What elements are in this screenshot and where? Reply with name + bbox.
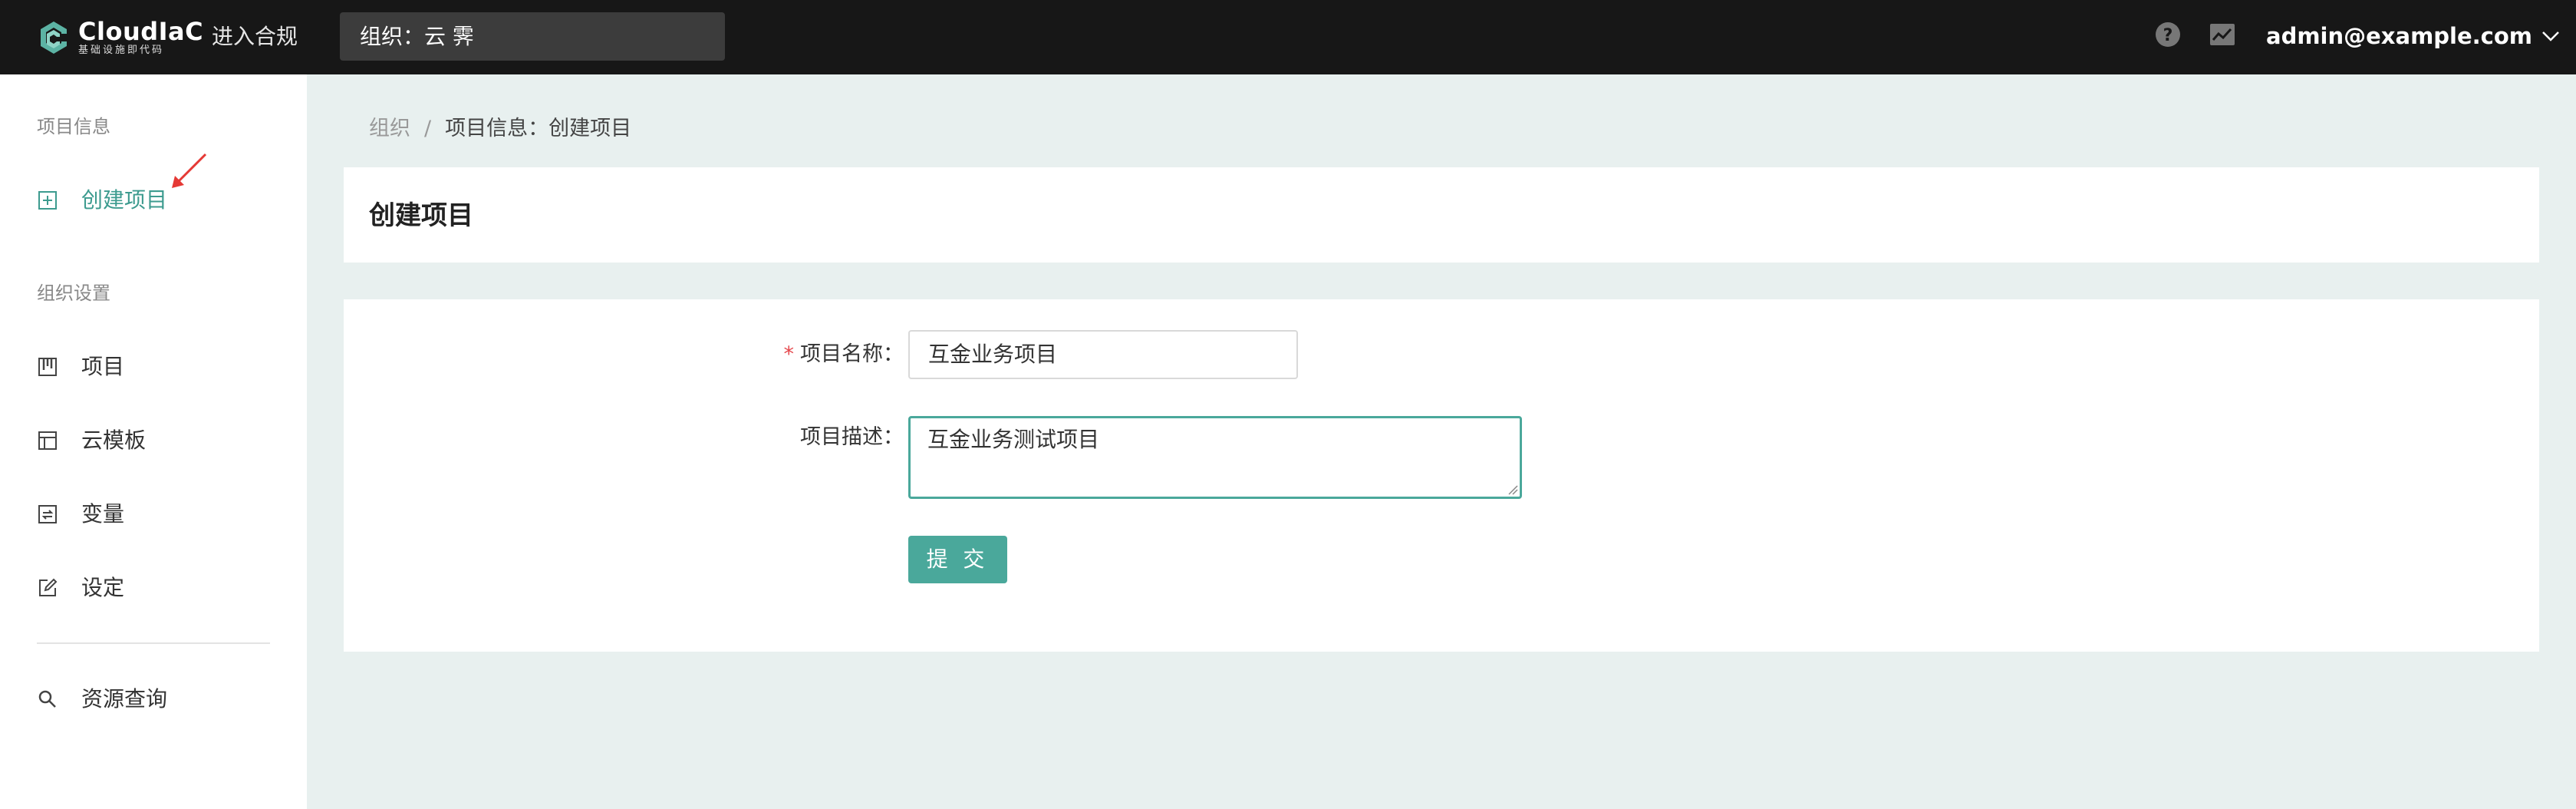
sidebar-item-label: 创建项目: [81, 187, 168, 213]
breadcrumb: 组织 / 项目信息：创建项目: [369, 114, 631, 144]
monitor-icon[interactable]: [2209, 23, 2235, 46]
logo[interactable]: CloudIaC 基础设施即代码: [37, 18, 203, 57]
project-name-label: * 项目名称：: [783, 342, 904, 366]
sidebar-item-create-project[interactable]: 创建项目: [37, 185, 167, 216]
logo-subtitle: 基础设施即代码: [78, 45, 165, 56]
user-email: admin@example.com: [2266, 23, 2533, 49]
sidebar-item-label: 云模板: [81, 428, 147, 453]
sidebar-group-org-settings: 组织设置: [37, 282, 110, 304]
create-project-form: * 项目名称： 互金业务项目 项目描述： 互金业务测试项目 提 交: [344, 299, 2539, 652]
sidebar-divider: [37, 642, 270, 644]
sidebar-item-templates[interactable]: 云模板: [37, 425, 146, 456]
sidebar-item-projects[interactable]: 项目: [37, 352, 124, 382]
resize-handle-icon[interactable]: [1506, 483, 1518, 495]
edit-icon: [37, 577, 58, 599]
breadcrumb-separator: /: [424, 117, 432, 140]
page-title: 创建项目: [369, 200, 473, 231]
project-description-value: 互金业务测试项目: [927, 427, 1100, 452]
enter-compliance-link[interactable]: 进入合规: [212, 21, 298, 52]
svg-text:?: ?: [2163, 26, 2173, 45]
logo-title: CloudIaC: [78, 17, 204, 46]
top-navbar: CloudIaC 基础设施即代码 进入合规 组织：云 霁 ? admin@exa…: [0, 0, 2576, 74]
org-selector[interactable]: 组织：云 霁: [340, 12, 725, 61]
sidebar-item-label: 变量: [81, 501, 125, 527]
breadcrumb-root[interactable]: 组织: [369, 114, 410, 144]
sidebar-item-label: 项目: [81, 354, 125, 379]
variable-icon: [37, 504, 58, 525]
project-name-input[interactable]: 互金业务项目: [908, 330, 1298, 379]
sidebar-item-resource-query[interactable]: 资源查询: [37, 684, 167, 715]
page-header-card: 创建项目: [344, 167, 2539, 263]
sidebar: 项目信息 创建项目 组织设置 项目 云模板 变量 设定 资源查询: [0, 74, 307, 809]
breadcrumb-current: 项目信息：创建项目: [445, 117, 632, 140]
sidebar-item-variables[interactable]: 变量: [37, 499, 124, 530]
project-description-textarea[interactable]: 互金业务测试项目: [908, 416, 1522, 499]
chevron-down-icon: [2542, 31, 2559, 41]
sidebar-item-label: 资源查询: [81, 686, 168, 712]
cloudiac-logo-icon: [41, 21, 67, 54]
project-description-label: 项目描述：: [800, 425, 904, 449]
help-icon[interactable]: ?: [2155, 21, 2181, 48]
template-icon: [37, 430, 58, 451]
annotation-arrow-icon: [172, 153, 207, 188]
project-icon: [37, 356, 58, 378]
user-menu[interactable]: admin@example.com: [2266, 20, 2560, 52]
plus-square-icon: [37, 190, 58, 211]
search-icon: [37, 688, 58, 710]
submit-button[interactable]: 提 交: [908, 536, 1007, 583]
required-marker: *: [783, 342, 795, 366]
sidebar-group-project-info: 项目信息: [37, 116, 110, 137]
sidebar-item-label: 设定: [81, 575, 125, 600]
sidebar-item-settings[interactable]: 设定: [37, 573, 124, 603]
